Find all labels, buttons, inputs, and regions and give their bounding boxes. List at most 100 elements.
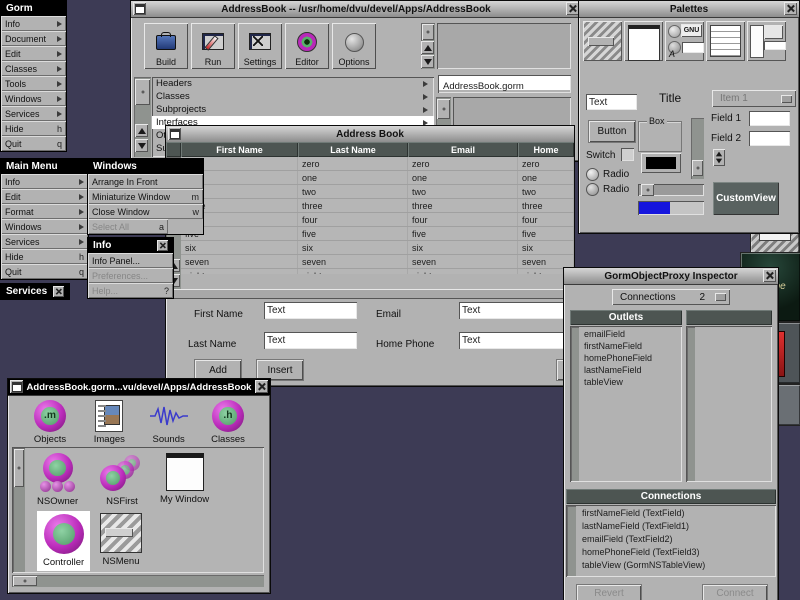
tab-sounds[interactable]: Sounds [141,397,197,445]
editor-button[interactable]: Editor [285,23,329,69]
connection-item[interactable]: firstNameField (TextField) [578,507,776,520]
menu-item-format[interactable]: Format [1,204,88,219]
table-row[interactable]: fourfourfourfour [181,213,574,227]
connection-item[interactable]: homePhoneField (TextField3) [578,546,776,559]
controls-palette-tab[interactable]: GNU A [665,21,704,61]
menu-item-info-panel[interactable]: Info Panel... [88,253,173,268]
menu-item-quit[interactable]: Quitq [1,264,88,279]
menu-item-document[interactable]: Document [1,31,66,46]
palettes-titlebar[interactable]: Palettes [579,1,799,18]
address-book-titlebar[interactable]: Address Book [166,126,574,143]
object-my-window[interactable]: My Window [160,453,209,505]
scroll-down-button[interactable] [135,139,148,152]
menu-item-info[interactable]: Info [1,174,88,189]
inspector-popup[interactable]: Connections 2 [612,289,730,305]
scroll-up-button[interactable] [421,41,434,54]
table-row[interactable]: oneoneoneone [181,171,574,185]
table-row[interactable]: eighteighteighteight [181,269,574,274]
scroll-down-button[interactable] [421,55,434,68]
connect-button[interactable]: Connect [702,584,768,600]
column-header-home[interactable]: Home [518,142,574,157]
slider-sample[interactable] [638,184,704,196]
menu-item-edit[interactable]: Edit [1,46,66,61]
settings-button[interactable]: Settings [238,23,282,69]
radio-button-1[interactable]: Radio [586,168,629,181]
first-name-field[interactable]: Text [264,302,357,319]
group-item-classes[interactable]: Classes [152,90,434,103]
table-row[interactable]: zerozerozerozero [181,157,574,171]
last-name-field[interactable]: Text [264,332,357,349]
miniaturize-button[interactable] [168,127,181,140]
outlet-item[interactable]: firstNameField [580,340,682,352]
scroll-knob[interactable] [422,24,434,40]
menu-item-classes[interactable]: Classes [1,61,66,76]
outlets-scrollbar[interactable] [571,327,579,481]
table-row[interactable]: twotwotwotwo [181,185,574,199]
field1-input[interactable] [749,111,790,126]
stepper-up-icon[interactable] [716,152,722,157]
close-button[interactable] [157,240,168,251]
miniaturize-button[interactable] [10,380,23,393]
menu-item-edit[interactable]: Edit [1,189,88,204]
title-label-sample[interactable]: Title [659,91,681,105]
stepper-down-icon[interactable] [716,159,722,164]
menu-item-arrange-in-front[interactable]: Arrange In Front [88,174,203,189]
tab-classes[interactable]: .hClasses [200,397,256,445]
split-divider[interactable] [166,289,574,299]
scroll-knob[interactable] [135,79,150,105]
gorm-menu-title[interactable]: Gorm [1,1,66,16]
column-header-last-name[interactable]: Last Name [298,142,408,157]
field2-input[interactable] [749,131,790,146]
close-button[interactable] [763,269,776,282]
tab-images[interactable]: Images [81,397,137,445]
menus-palette-tab[interactable] [583,21,622,61]
connection-item[interactable]: emailField (TextField2) [578,533,776,546]
data-palette-tab[interactable] [706,21,745,61]
table-row[interactable]: threethreethreethree [181,199,574,213]
miniaturize-button[interactable] [133,2,146,15]
group-item-headers[interactable]: Headers [152,77,434,90]
slider-knob[interactable] [641,184,654,196]
menu-item-miniaturize-window[interactable]: Miniaturize Windowm [88,189,203,204]
tab-objects[interactable]: .mObjects [22,397,78,445]
table-row[interactable]: sevensevensevenseven [181,255,574,269]
scroll-knob[interactable] [437,99,450,119]
misc-palette-tab[interactable] [747,21,786,61]
table-row[interactable]: fivefivefivefive [181,227,574,241]
menu-item-services[interactable]: Services [1,234,88,249]
connection-item[interactable]: lastNameField (TextField1) [578,520,776,533]
outlet-item[interactable]: emailField [580,328,682,340]
services-menu-title[interactable]: Services [1,284,69,299]
object-nsfirst[interactable]: NSFirst [100,453,144,507]
outlet-item[interactable]: tableView [580,376,682,388]
groups-scrollbar[interactable] [134,77,151,157]
table-row[interactable]: sixsixsixsix [181,241,574,255]
menu-item-hide[interactable]: Hideh [1,249,88,264]
windows-menu-title[interactable]: Windows [88,159,203,174]
info-menu-title[interactable]: Info [88,238,173,253]
close-button[interactable] [784,2,797,15]
column-header-first-name[interactable]: First Name [181,142,298,157]
menu-item-hide[interactable]: Hideh [1,121,66,136]
file-item[interactable]: AddressBook.gorm [439,76,570,90]
close-button[interactable] [255,380,268,393]
stepper-sample[interactable] [713,149,725,166]
close-button[interactable] [53,286,64,297]
outlet-item[interactable]: lastNameField [580,364,682,376]
revert-button[interactable]: Revert [576,584,642,600]
toolbar-scrollbar[interactable] [421,23,435,69]
scroll-knob[interactable] [14,449,24,487]
menu-item-tools[interactable]: Tools [1,76,66,91]
vertical-scroller-sample[interactable] [691,118,704,179]
inspector-titlebar[interactable]: GormObjectProxy Inspector [564,268,778,285]
menu-item-quit[interactable]: Quitq [1,136,66,151]
custom-view-sample[interactable]: CustomView [713,182,779,215]
connections-scrollbar[interactable] [567,506,576,576]
popup-sample[interactable]: Item 1 [712,90,796,107]
text-field-sample[interactable]: Text [586,94,637,110]
scroll-knob[interactable] [13,576,37,586]
gorm-document-titlebar[interactable]: AddressBook.gorm...vu/devel/Apps/Address… [8,379,270,396]
scroll-knob[interactable] [692,160,703,176]
objects-hscrollbar[interactable] [12,575,264,587]
run-button[interactable]: Run [191,23,235,69]
